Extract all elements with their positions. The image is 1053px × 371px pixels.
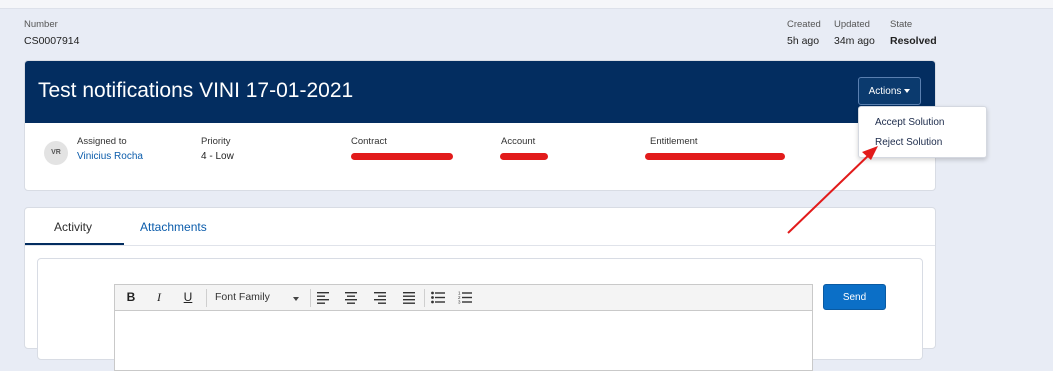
contract-redaction (351, 153, 453, 160)
italic-icon[interactable]: I (151, 290, 167, 305)
account-redaction (500, 153, 548, 160)
font-family-select[interactable]: Font Family (215, 291, 270, 303)
composer-container: B I U Font Family 1 2 3 Send (37, 258, 923, 371)
tab-activity[interactable]: Activity (54, 220, 92, 234)
actions-label: Actions (868, 86, 902, 97)
chevron-down-icon (904, 89, 911, 94)
case-header: Test notifications VINI 17-01-2021 Actio… (25, 61, 935, 123)
entitlement-label: Entitlement (650, 136, 698, 147)
menu-item-reject-solution[interactable]: Reject Solution (875, 137, 942, 148)
editor-toolbar: B I U Font Family 1 2 3 (114, 284, 813, 311)
numbered-list-icon[interactable]: 1 2 3 (458, 290, 473, 304)
top-bar (0, 0, 1053, 9)
case-title: Test notifications VINI 17-01-2021 (38, 79, 354, 102)
updated-label: Updated (834, 19, 870, 30)
priority-label: Priority (201, 136, 231, 147)
activity-panel: Activity Attachments B I U Font Family 1… (24, 207, 936, 371)
created-label: Created (787, 19, 821, 30)
toolbar-divider (206, 289, 207, 307)
menu-item-accept-solution[interactable]: Accept Solution (875, 117, 945, 128)
toolbar-divider (424, 289, 425, 307)
align-right-icon[interactable] (374, 291, 388, 304)
svg-text:3: 3 (458, 300, 461, 305)
align-center-icon[interactable] (345, 291, 359, 304)
assigned-label: Assigned to (77, 136, 127, 147)
actions-dropdown-menu: Accept Solution Reject Solution (858, 106, 987, 158)
number-value: CS0007914 (24, 35, 80, 47)
tab-divider (25, 245, 935, 246)
entitlement-redaction (645, 153, 785, 160)
created-value: 5h ago (787, 35, 820, 47)
avatar: VR (44, 141, 68, 165)
bulleted-list-icon[interactable] (431, 291, 446, 304)
align-justify-icon[interactable] (403, 291, 417, 304)
active-tab-indicator (25, 243, 124, 245)
number-label: Number (24, 19, 58, 30)
bold-icon[interactable]: B (123, 290, 139, 304)
priority-value: 4 - Low (201, 151, 234, 162)
send-button[interactable]: Send (823, 284, 886, 310)
tab-attachments[interactable]: Attachments (140, 220, 207, 234)
updated-value: 34m ago (834, 35, 875, 47)
account-label: Account (501, 136, 536, 147)
assigned-value-link[interactable]: Vinicius Rocha (77, 151, 143, 162)
toolbar-divider (310, 289, 311, 307)
message-editor[interactable] (114, 311, 813, 371)
underline-icon[interactable]: U (180, 290, 196, 304)
state-value: Resolved (890, 35, 937, 47)
align-left-icon[interactable] (317, 291, 331, 304)
chevron-down-icon (293, 297, 299, 301)
actions-button[interactable]: Actions (858, 77, 921, 105)
case-card: Test notifications VINI 17-01-2021 Actio… (24, 60, 936, 191)
contract-label: Contract (351, 136, 387, 147)
state-label: State (890, 19, 913, 30)
